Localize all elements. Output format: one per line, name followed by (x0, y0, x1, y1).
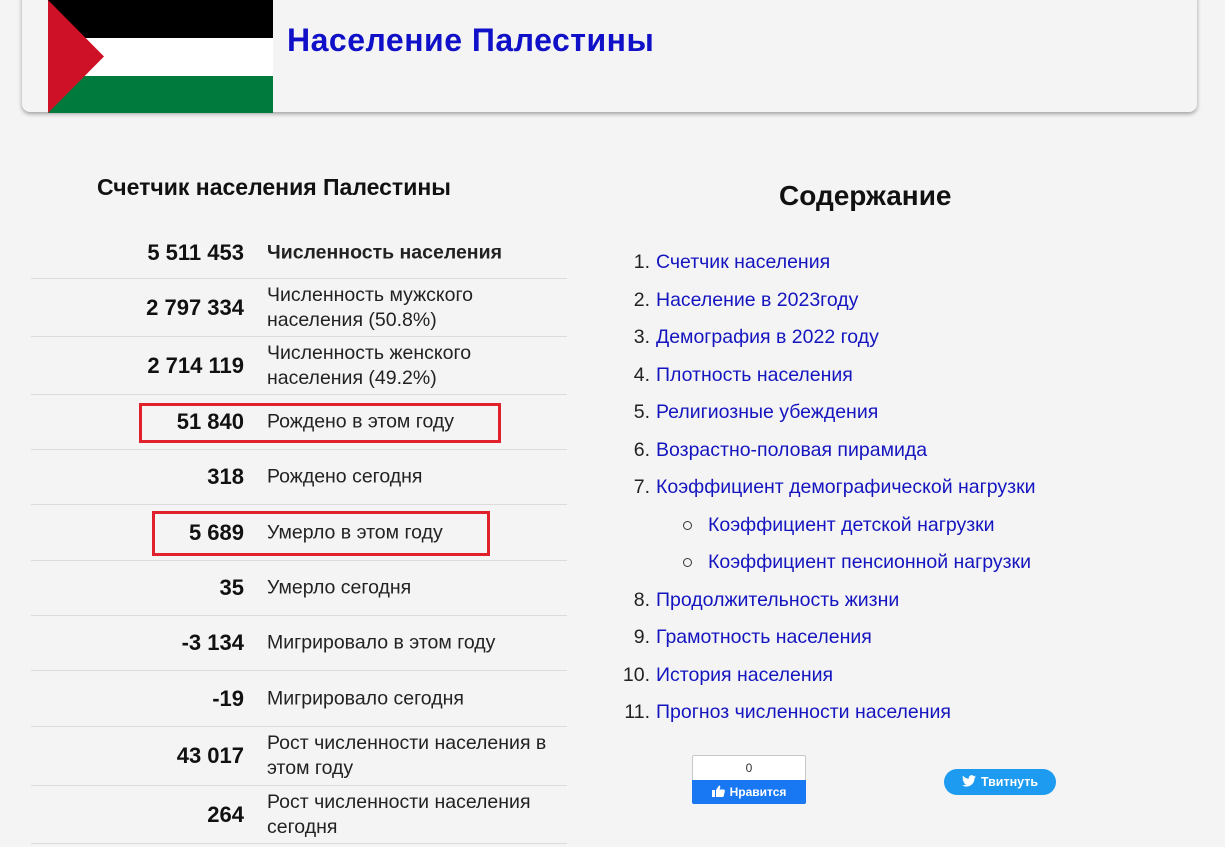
palestine-flag-image (48, 0, 273, 113)
toc-sublink[interactable]: Коэффициент детской нагрузки (708, 514, 995, 537)
counter-value: -19 (212, 685, 244, 711)
toc-link[interactable]: История населения (656, 664, 833, 687)
page-title: Население Палестины (287, 22, 655, 58)
counter-label: Рост численности населения в этом году (267, 732, 547, 779)
toc-item[interactable]: 6. Возрастно-половая пирамида (620, 431, 927, 469)
toc-link[interactable]: Счетчик населения (656, 251, 830, 274)
counter-label: Умерло сегодня (267, 576, 412, 599)
counter-row-male: 2 797 334 Численность мужского населения… (31, 279, 567, 337)
toc-item-number: 9. (633, 625, 650, 648)
like-count: 0 (745, 761, 753, 775)
toc-item-number: 5. (633, 400, 650, 423)
toc-item[interactable]: 5. Религиозные убеждения (620, 393, 879, 431)
counter-label: Рост численности населения сегодня (267, 790, 531, 838)
counter-value: 2 714 119 (147, 352, 244, 378)
toc-subitem[interactable]: Коэффициент детской нагрузки (683, 506, 995, 544)
highlight-box-died-year (152, 511, 490, 556)
toc-item[interactable]: 7. Коэффициент демографической нагрузки (620, 468, 1036, 506)
toc-item-number: 11. (624, 700, 650, 723)
counter-value: 35 (219, 575, 244, 600)
counter-title: Счетчик населения Палестины (97, 174, 451, 200)
counter-row-population: 5 511 453 Численность населения (31, 227, 567, 279)
toc-link[interactable]: Грамотность населения (656, 626, 872, 649)
counter-row-female: 2 714 119 Численность женского населения… (31, 337, 567, 395)
counter-row-died-today: 35 Умерло сегодня (31, 561, 567, 616)
tweet-button-label: Твитнуть (980, 775, 1039, 789)
toc-link[interactable]: Население в 2023году (656, 289, 858, 312)
toc-link[interactable]: Демография в 2022 году (656, 326, 879, 349)
toc-item-number: 6. (633, 438, 650, 461)
circle-bullet-icon (683, 520, 692, 530)
toc-link[interactable]: Коэффициент демографической нагрузки (656, 476, 1036, 499)
toc-item[interactable]: 4. Плотность населения (620, 356, 853, 394)
tweet-button[interactable]: Твитнуть (944, 769, 1056, 795)
toc-link[interactable]: Религиозные убеждения (656, 401, 878, 424)
counter-row-migrated-today: -19 Мигрировало сегодня (31, 671, 567, 727)
toc-item[interactable]: 11. Прогноз численности населения (620, 693, 951, 731)
toc-link[interactable]: Прогноз численности населения (656, 701, 951, 724)
toc-item-number: 4. (633, 363, 650, 386)
toc-item-number: 1. (633, 250, 650, 273)
counter-value: 318 (207, 464, 244, 489)
highlight-box-born-year (139, 403, 501, 443)
toc-item[interactable]: 3. Демография в 2022 году (620, 318, 879, 356)
thumbs-up-icon (711, 785, 725, 800)
counter-value: -3 134 (181, 630, 244, 655)
counter-value: 264 (207, 801, 244, 827)
counter-value: 5 511 453 (147, 239, 244, 265)
counter-label: Численность населения (267, 241, 502, 263)
toc-item[interactable]: 10. История населения (620, 656, 833, 694)
counter-value: 2 797 334 (146, 294, 244, 320)
toc-item-number: 10. (622, 663, 650, 686)
counter-label: Мигрировало сегодня (267, 687, 464, 709)
toc-item-number: 3. (633, 325, 650, 348)
counter-row-growth-year: 43 017 Рост численности населения в этом… (31, 727, 567, 786)
counter-label: Мигрировало в этом году (267, 631, 496, 654)
twitter-bird-icon (961, 774, 976, 790)
counter-row-growth-today: 264 Рост численности населения сегодня (31, 786, 567, 844)
like-button-label: Нравится (729, 785, 787, 799)
toc-item-number: 2. (633, 288, 650, 311)
counter-value: 43 017 (176, 743, 244, 768)
toc-item-number: 8. (633, 588, 650, 611)
counter-row-born-today: 318 Рождено сегодня (31, 450, 567, 505)
counter-row-migrated-year: -3 134 Мигрировало в этом году (31, 616, 567, 671)
toc-item[interactable]: 8. Продолжительность жизни (620, 581, 900, 619)
toc-item-number: 7. (633, 475, 650, 498)
counter-label: Численность мужского населения (50.8%) (267, 283, 474, 331)
toc-sublink[interactable]: Коэффициент пенсионной нагрузки (708, 551, 1031, 574)
toc-link[interactable]: Продолжительность жизни (656, 589, 899, 612)
counter-label: Рождено сегодня (267, 465, 423, 488)
toc-item[interactable]: 2. Население в 2023году (620, 281, 859, 319)
toc-link[interactable]: Возрастно-половая пирамида (656, 439, 927, 462)
facebook-like-widget[interactable]: 0 Нравится (692, 755, 806, 804)
toc-item[interactable]: 1. Счетчик населения (620, 243, 830, 281)
toc-link[interactable]: Плотность населения (656, 364, 853, 387)
toc-subitem[interactable]: Коэффициент пенсионной нагрузки (683, 543, 1031, 581)
circle-bullet-icon (683, 557, 692, 567)
toc-item[interactable]: 9. Грамотность населения (620, 618, 872, 656)
counter-label: Численность женского населения (49.2%) (267, 341, 472, 389)
facebook-like-button[interactable]: Нравится (692, 780, 806, 804)
toc-title: Содержание (779, 180, 952, 211)
